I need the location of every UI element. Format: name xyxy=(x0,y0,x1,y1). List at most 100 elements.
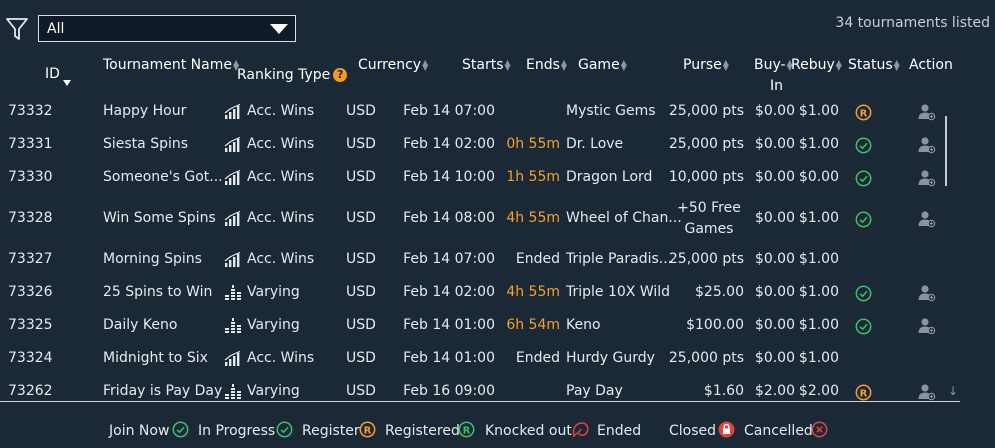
svg-text:R: R xyxy=(364,425,372,436)
cell-currency: USD xyxy=(346,103,376,119)
cell-buyin: $0.00 xyxy=(754,317,795,333)
join-user-icon[interactable] xyxy=(918,383,936,401)
legend-join-now: Join Now xyxy=(109,423,170,439)
check-circle-icon[interactable] xyxy=(855,211,872,232)
column-header-ranking[interactable]: Ranking Type? xyxy=(237,67,348,83)
toolbar: All 34 tournaments listed xyxy=(0,0,995,46)
cell-purse: +50 Free xyxy=(677,200,741,216)
filter-icon[interactable] xyxy=(6,17,28,41)
column-header-purse[interactable]: Purse ▲ ▼ xyxy=(683,57,729,73)
column-header-currency[interactable]: Currency ▲ ▼ xyxy=(358,57,428,73)
cell-currency: USD xyxy=(346,383,376,399)
column-header-name[interactable]: Tournament Name ▲ ▼ xyxy=(103,57,239,73)
column-header-label: Purse xyxy=(683,57,722,73)
cell-starts: Feb 16 09:00 xyxy=(403,383,495,399)
table-row[interactable]: 73330 Someone's Got... Acc. Wins USD Feb 14 … xyxy=(0,161,945,194)
sort-icon: ▲ ▼ xyxy=(835,58,842,72)
column-header-id[interactable]: ID xyxy=(45,66,60,82)
cell-id: 73331 xyxy=(8,136,53,152)
cell-rebuy: $1.00 xyxy=(798,350,839,366)
check-circle-icon[interactable] xyxy=(855,170,872,191)
cell-ranking-type: Varying xyxy=(247,383,300,399)
table-row[interactable]: 73325 Daily Keno Varying USD Feb 14 01:00 6h … xyxy=(0,309,945,342)
register-r-icon[interactable]: R xyxy=(855,104,872,125)
divider xyxy=(0,401,960,402)
sort-icon: ▲ ▼ xyxy=(504,58,511,72)
cell-id: 73328 xyxy=(8,210,53,226)
cell-currency: USD xyxy=(346,210,376,226)
cell-id: 73330 xyxy=(8,169,53,185)
table-row[interactable]: 73262 Friday is Pay Day Varying USD Feb 16 0… xyxy=(0,375,945,401)
cell-buyin: $0.00 xyxy=(754,251,795,267)
cell-purse: $100.00 xyxy=(686,317,744,333)
cell-rebuy: $0.00 xyxy=(798,169,839,185)
help-icon[interactable]: ? xyxy=(333,68,348,82)
table-row[interactable]: 73331 Siesta Spins Acc. Wins USD Feb 14 02:0… xyxy=(0,128,945,161)
column-header-game[interactable]: Game ▲ ▼ xyxy=(578,57,627,73)
register-r-icon[interactable]: R xyxy=(855,384,872,401)
cell-purse: $1.60 xyxy=(703,383,744,399)
cell-purse-line2: Games xyxy=(684,221,734,237)
cell-ends: 1h 55m xyxy=(506,169,560,185)
cell-ends: 6h 54m xyxy=(506,317,560,333)
cell-currency: USD xyxy=(346,284,376,300)
column-header-label: Tournament Name xyxy=(103,57,232,73)
column-header-label: Ranking Type xyxy=(237,67,331,83)
cell-starts: Feb 14 01:00 xyxy=(403,317,495,333)
column-header-label: Buy- xyxy=(754,57,786,73)
bar-chart-icon xyxy=(224,136,242,157)
join-user-icon[interactable] xyxy=(918,284,936,306)
cell-tournament-name: Daily Keno xyxy=(103,317,178,333)
cell-ends: Ended xyxy=(515,350,560,366)
column-header-buyin-line2: In xyxy=(770,78,784,94)
check-circle-icon[interactable] xyxy=(855,318,872,339)
column-header-starts[interactable]: Starts ▲ ▼ xyxy=(462,57,511,73)
cell-purse: 25,000 pts xyxy=(668,103,744,119)
cell-id: 73325 xyxy=(8,317,53,333)
legend-cancelled: Cancelled xyxy=(744,423,813,439)
chevron-down-icon xyxy=(270,24,288,34)
sort-desc-icon[interactable] xyxy=(63,80,71,86)
scroll-down-arrow-icon[interactable]: ↓ xyxy=(948,384,958,398)
table-row[interactable]: 73327 Morning Spins Acc. Wins USD Feb 14 07:… xyxy=(0,243,945,276)
cell-rebuy: $1.00 xyxy=(798,103,839,119)
column-header-rebuy[interactable]: Rebuy ▲ ▼ xyxy=(791,57,842,73)
cell-ranking-type: Acc. Wins xyxy=(247,169,315,185)
join-user-icon[interactable] xyxy=(918,169,936,191)
cell-rebuy: $1.00 xyxy=(798,251,839,267)
filter-select[interactable]: All xyxy=(38,15,296,42)
bar-chart-icon xyxy=(224,251,242,272)
join-user-icon[interactable] xyxy=(918,210,936,232)
column-header-ends[interactable]: Ends ▲ ▼ xyxy=(526,57,567,73)
table-row[interactable]: 73326 25 Spins to Win Varying USD Feb 14 02:… xyxy=(0,276,945,309)
cancel-x-icon xyxy=(811,421,828,438)
column-header-label: Currency xyxy=(358,57,422,73)
cell-tournament-name: Midnight to Six xyxy=(103,350,208,366)
cell-rebuy: $2.00 xyxy=(798,383,839,399)
scrollbar-thumb[interactable] xyxy=(945,116,947,186)
cell-ends: Ended xyxy=(515,251,560,267)
column-header-status[interactable]: Status ▲ ▼ xyxy=(848,57,900,73)
check-circle-icon[interactable] xyxy=(855,285,872,306)
svg-text:R: R xyxy=(463,425,471,436)
table-row[interactable]: 73324 Midnight to Six Acc. Wins USD Feb 14 0… xyxy=(0,342,945,375)
cell-buyin: $0.00 xyxy=(754,210,795,226)
table-row[interactable]: 73328 Win Some Spins Acc. Wins USD Feb 14 08… xyxy=(0,194,945,243)
cell-starts: Feb 14 07:00 xyxy=(403,103,495,119)
tournament-table: 73332 Happy Hour Acc. Wins USD Feb 14 07:00 M… xyxy=(0,95,945,401)
cell-tournament-name: Morning Spins xyxy=(103,251,202,267)
column-header-buyin[interactable]: Buy- ▲ ▼ xyxy=(754,57,793,73)
join-user-icon[interactable] xyxy=(918,103,936,125)
cell-game: Keno xyxy=(566,317,601,333)
cell-purse: 25,000 pts xyxy=(668,136,744,152)
table-row[interactable]: 73332 Happy Hour Acc. Wins USD Feb 14 07:00 M… xyxy=(0,95,945,128)
join-user-icon[interactable] xyxy=(918,317,936,339)
cell-buyin: $0.00 xyxy=(754,169,795,185)
cell-purse: $25.00 xyxy=(695,284,744,300)
cell-game: Triple Paradis... xyxy=(566,251,673,267)
cell-rebuy: $1.00 xyxy=(798,317,839,333)
cell-starts: Feb 14 07:00 xyxy=(403,251,495,267)
check-circle-icon[interactable] xyxy=(855,137,872,158)
join-user-icon[interactable] xyxy=(918,136,936,158)
tournament-count: 34 tournaments listed xyxy=(835,15,990,31)
